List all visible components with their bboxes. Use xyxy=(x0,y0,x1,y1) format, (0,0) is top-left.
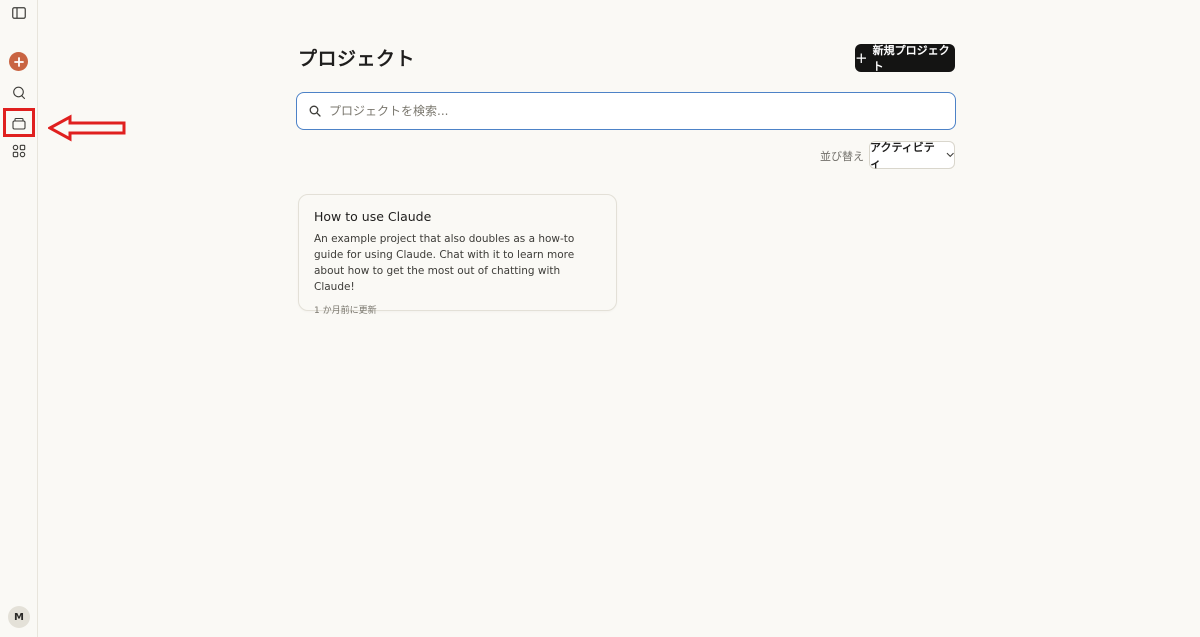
sidebar-toggle-button[interactable] xyxy=(8,2,30,24)
artifacts-button[interactable] xyxy=(8,140,30,162)
app-window: M プロジェクト + 新規プロジェクト 並び替え アクティビティ How to … xyxy=(0,0,1200,637)
chats-button[interactable] xyxy=(8,82,30,104)
page-title: プロジェクト xyxy=(298,48,416,70)
annotation-highlight-box xyxy=(3,108,35,137)
sidebar-rail: M xyxy=(0,0,38,637)
plus-icon xyxy=(13,56,24,67)
project-card-description: An example project that also doubles as … xyxy=(314,233,575,293)
chevron-down-icon xyxy=(946,152,954,158)
project-card-title: How to use Claude xyxy=(314,209,432,224)
sort-select[interactable]: アクティビティ xyxy=(869,141,955,170)
project-card-updated: 1 か月前に更新 xyxy=(314,306,377,316)
plus-icon: + xyxy=(855,48,868,67)
search-box[interactable] xyxy=(296,92,956,130)
annotation-arrow-icon xyxy=(48,114,126,142)
sidebar-toggle-icon xyxy=(12,7,26,19)
project-card[interactable]: How to use Claude An example project tha… xyxy=(298,194,617,316)
new-chat-button[interactable] xyxy=(9,52,28,71)
new-project-label: 新規プロジェクト xyxy=(872,44,950,73)
grid-shapes-icon xyxy=(12,144,26,158)
new-project-button[interactable]: + 新規プロジェクト xyxy=(855,44,955,73)
sort-label: 並び替え xyxy=(820,150,864,163)
chat-bubble-icon xyxy=(13,86,26,100)
search-input[interactable] xyxy=(329,104,929,118)
sort-value: アクティビティ xyxy=(870,141,935,170)
user-avatar[interactable]: M xyxy=(8,606,30,628)
search-icon xyxy=(309,105,321,117)
